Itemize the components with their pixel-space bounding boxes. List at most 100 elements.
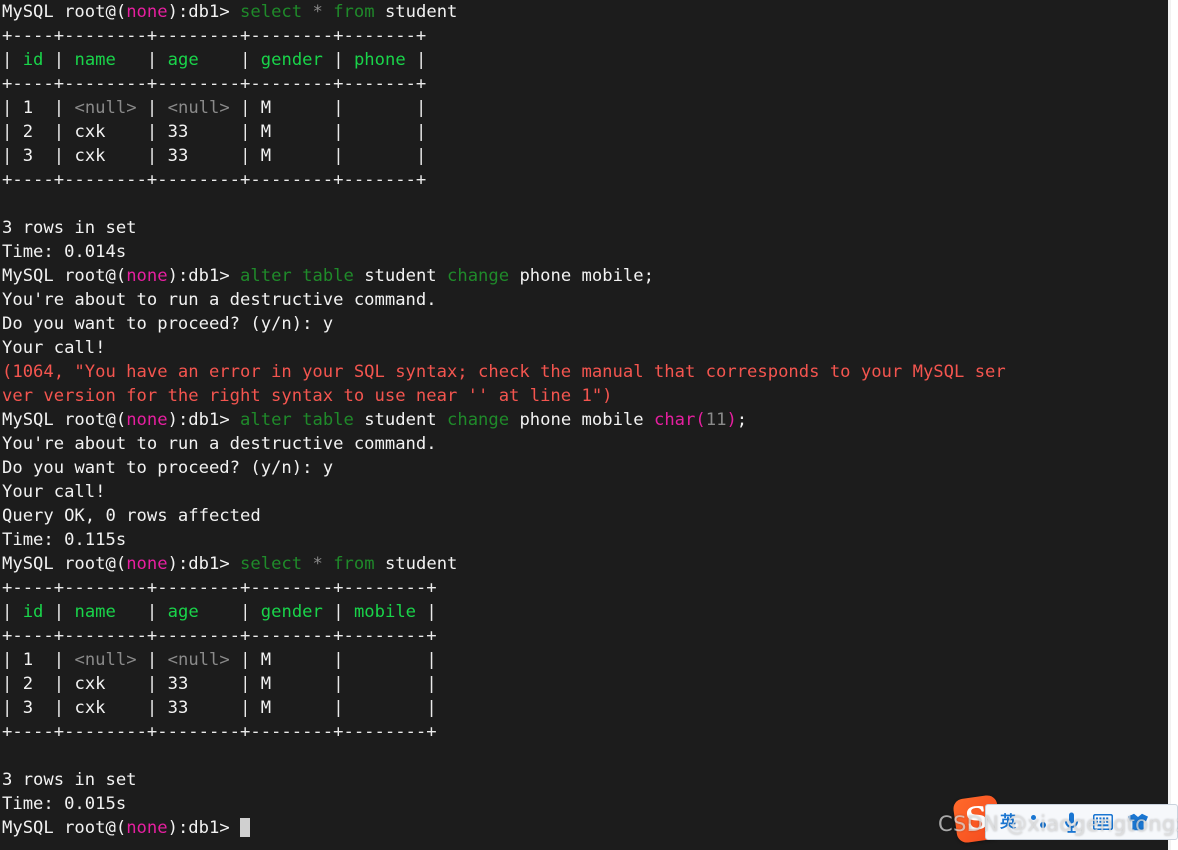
output-text: Time: 0.015s [2, 794, 127, 814]
table-row: | 3 | cxk | 33 | M | | [2, 696, 1006, 720]
table-cell: 3 [12, 146, 54, 166]
table-border: +----+--------+--------+--------+-------… [2, 576, 1006, 600]
table-cell: M [250, 98, 334, 118]
table-cell: cxk [64, 674, 147, 694]
terminal-active-prompt[interactable]: MySQL root@(none):db1> [2, 816, 1006, 840]
table-border-text: +----+--------+--------+--------+-------… [2, 170, 427, 190]
cell-sep: | [426, 674, 437, 694]
table-cell: 2 [12, 674, 54, 694]
output-text: 3 rows in set [2, 218, 137, 238]
command-token [302, 554, 312, 574]
table-header-cell: id [12, 50, 54, 70]
command-token: 11 [705, 410, 727, 430]
output-line: You're about to run a destructive comman… [2, 432, 1006, 456]
table-cell: 1 [12, 98, 54, 118]
cell-sep: | [333, 602, 344, 622]
cell-sep: | [53, 146, 65, 166]
command-token: * [312, 2, 323, 22]
table-header-cell: age [157, 602, 241, 622]
output-text: Your call! [2, 482, 106, 502]
cell-sep: | [426, 602, 437, 622]
punctuation-dots [1030, 813, 1050, 831]
table-cell: cxk [64, 122, 147, 142]
cell-sep: | [416, 146, 427, 166]
prompt-suffix: ):db1> [167, 2, 241, 22]
keyboard-icon[interactable] [1093, 811, 1114, 833]
table-row: | 3 | cxk | 33 | M | | [2, 144, 1006, 168]
table-header-row: | id | name | age | gender | mobile | [2, 600, 1006, 624]
table-header-cell: gender [250, 602, 334, 622]
terminal-window[interactable]: MySQL root@(none):db1> select * from stu… [0, 0, 1171, 850]
output-text: 3 rows in set [2, 770, 137, 790]
blank-text [2, 194, 12, 214]
cell-sep: | [146, 50, 158, 70]
table-header-row: | id | name | age | gender | phone | [2, 48, 1006, 72]
table-cell [344, 122, 416, 142]
skin-theme-icon[interactable] [1127, 811, 1149, 833]
table-cell: <null> [157, 650, 241, 670]
cell-sep: | [333, 122, 344, 142]
command-token: ; [736, 410, 748, 430]
table-border-text: +----+--------+--------+--------+-------… [2, 626, 437, 646]
command-token: student [374, 554, 458, 574]
cell-sep: | [240, 50, 251, 70]
cell-sep: | [416, 50, 427, 70]
prompt-db-name: none [126, 818, 168, 838]
output-line: Do you want to proceed? (y/n): y [2, 456, 1006, 480]
command-token: change [447, 266, 510, 286]
cell-sep: | [146, 650, 158, 670]
table-border: +----+--------+--------+--------+-------… [2, 624, 1006, 648]
table-border-text: +----+--------+--------+--------+-------… [2, 74, 427, 94]
cell-sep: | [2, 674, 13, 694]
table-cell: 33 [157, 122, 241, 142]
cell-sep: | [240, 146, 251, 166]
table-border: +----+--------+--------+--------+-------… [2, 24, 1006, 48]
output-text: You're about to run a destructive comman… [2, 290, 437, 310]
cell-sep: | [416, 122, 427, 142]
table-cell [344, 698, 427, 718]
table-cell: <null> [64, 98, 147, 118]
terminal-prompt-line: MySQL root@(none):db1> alter table stude… [2, 408, 1006, 432]
output-line: Query OK, 0 rows affected [2, 504, 1006, 528]
cell-sep: | [146, 98, 158, 118]
cell-sep: | [146, 602, 158, 622]
output-line: Your call! [2, 336, 1006, 360]
table-header-cell: name [64, 50, 147, 70]
terminal-console[interactable]: MySQL root@(none):db1> select * from stu… [2, 0, 1006, 840]
output-line: Time: 0.015s [2, 792, 1006, 816]
punctuation-mode-icon[interactable] [1030, 811, 1050, 833]
table-cell: 33 [157, 674, 241, 694]
cell-sep: | [240, 674, 251, 694]
table-cell [344, 146, 416, 166]
cell-sep: | [2, 50, 13, 70]
table-cell: cxk [64, 146, 147, 166]
table-cell: <null> [64, 650, 147, 670]
table-cell: M [250, 146, 334, 166]
cell-sep: | [53, 50, 65, 70]
prompt-db-name: none [126, 2, 168, 22]
output-text: You're about to run a destructive comman… [2, 434, 437, 454]
cell-sep: | [240, 602, 251, 622]
command-token: from [333, 2, 375, 22]
cell-sep: | [146, 122, 158, 142]
command-token: phone mobile; [509, 266, 654, 286]
prompt-prefix: MySQL root@( [2, 266, 127, 286]
cell-sep: | [240, 122, 251, 142]
terminal-prompt-line: MySQL root@(none):db1> select * from stu… [2, 552, 1006, 576]
command-token [302, 2, 312, 22]
command-token: student [353, 410, 447, 430]
sogou-ime-toolbar[interactable]: 英 [985, 804, 1178, 840]
cell-sep: | [2, 698, 13, 718]
table-header-cell: id [12, 602, 54, 622]
microphone-icon[interactable] [1064, 811, 1079, 833]
prompt-db-name: none [126, 554, 168, 574]
table-cell: 33 [157, 698, 241, 718]
blank-line [2, 744, 1006, 768]
english-mode-icon[interactable]: 英 [1000, 811, 1016, 833]
table-border-text: +----+--------+--------+--------+-------… [2, 26, 427, 46]
command-token: ) [726, 410, 737, 430]
error-message-line: (1064, "You have an error in your SQL sy… [2, 360, 1006, 384]
output-line: Your call! [2, 480, 1006, 504]
command-token [323, 2, 333, 22]
cell-sep: | [146, 674, 158, 694]
